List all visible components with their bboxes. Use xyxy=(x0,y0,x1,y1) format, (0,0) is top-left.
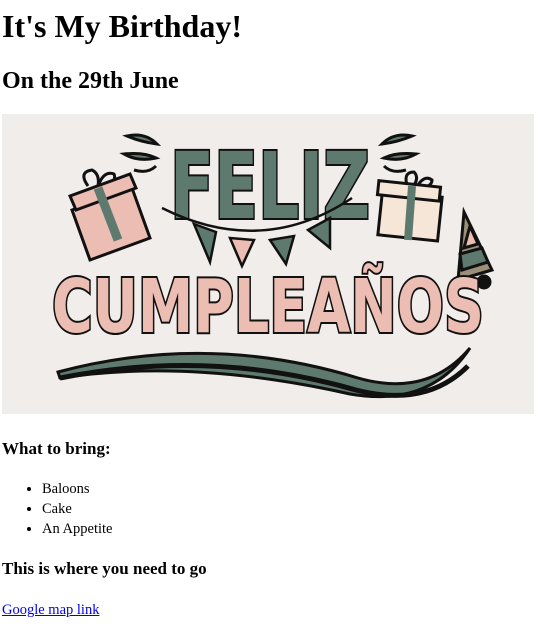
what-to-bring-heading: What to bring: xyxy=(2,439,111,458)
banner-text-cumpleanos: CUMPLEAÑOS xyxy=(52,262,484,350)
list-item: An Appetite xyxy=(42,519,112,539)
bring-list: Baloons Cake An Appetite xyxy=(0,479,112,539)
birthday-banner-image: FELIZ CUMPLEAÑ xyxy=(2,114,534,414)
location-heading: This is where you need to go xyxy=(2,559,207,578)
list-item: Baloons xyxy=(42,479,112,499)
list-item: Cake xyxy=(42,499,112,519)
page-title: It's My Birthday! xyxy=(2,8,242,44)
google-map-link[interactable]: Google map link xyxy=(2,600,99,620)
feliz-cumpleanos-illustration: FELIZ CUMPLEAÑ xyxy=(2,114,534,414)
page-subtitle: On the 29th June xyxy=(2,68,179,94)
